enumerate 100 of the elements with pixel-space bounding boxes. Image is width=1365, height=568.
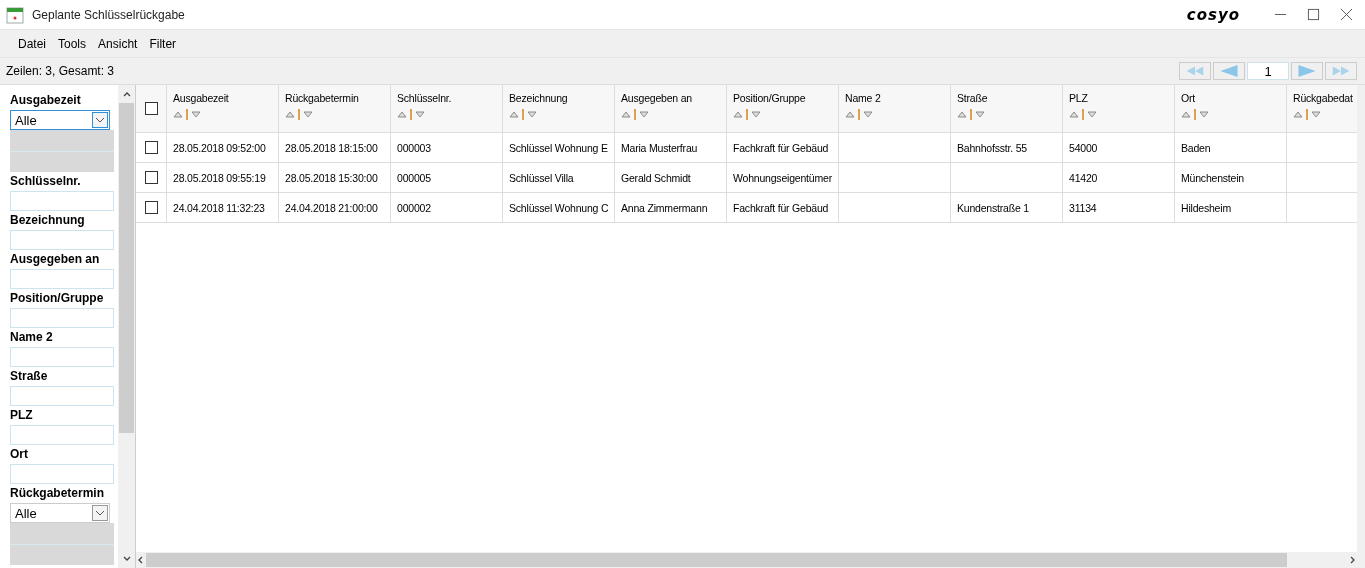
- sort-ascending-icon[interactable]: [957, 111, 967, 118]
- sort-ascending-icon[interactable]: [397, 111, 407, 118]
- table-cell: 41420: [1069, 171, 1098, 184]
- menu-item[interactable]: Tools: [52, 36, 93, 51]
- vertical-scrollbar[interactable]: [118, 85, 135, 568]
- filter-label: Name 2: [10, 329, 54, 346]
- column-header[interactable]: PLZ: [1069, 92, 1088, 104]
- logo: cosyo: [1186, 5, 1240, 24]
- filter-label: Straße: [10, 368, 49, 385]
- sort-descending-icon[interactable]: [1199, 111, 1209, 118]
- table-cell: 28.05.2018 09:55:19: [173, 171, 266, 184]
- sort-ascending-icon[interactable]: [1293, 111, 1303, 118]
- row-checkbox[interactable]: [144, 141, 158, 154]
- sort-descending-icon[interactable]: [527, 111, 537, 118]
- column-header[interactable]: Schlüsselnr.: [397, 92, 452, 104]
- table-cell: Gerald Schmidt: [621, 171, 691, 184]
- table-cell: 28.05.2018 18:15:00: [285, 141, 378, 154]
- filter-dropdown[interactable]: Alle: [10, 110, 110, 130]
- menu-item[interactable]: Ansicht: [92, 36, 144, 51]
- filter-label: Bezeichnung: [10, 212, 86, 229]
- column-header[interactable]: Position/Gruppe: [733, 92, 806, 104]
- filter-label: Rückgabetermin: [10, 485, 106, 502]
- column-header[interactable]: Rückgabedat: [1293, 92, 1353, 104]
- column-header[interactable]: Bezeichnung: [509, 92, 568, 104]
- filter-label: Position/Gruppe: [10, 290, 105, 307]
- table-cell: Schlüssel Villa: [509, 171, 574, 184]
- window-title: Geplante Schlüsselrückgabe: [32, 7, 185, 22]
- caret-icon: [92, 112, 108, 128]
- sort-descending-icon[interactable]: [303, 111, 313, 118]
- menu-item[interactable]: Datei: [12, 36, 52, 51]
- column-header[interactable]: Ausgegeben an: [621, 92, 692, 104]
- filter-dropdown[interactable]: Alle: [10, 503, 110, 523]
- sort-descending-icon[interactable]: [863, 111, 873, 118]
- table-cell: Schlüssel Wohnung E: [509, 141, 608, 154]
- filter-input[interactable]: [10, 269, 114, 289]
- filter-input[interactable]: [10, 425, 114, 445]
- caret-icon: [92, 505, 108, 521]
- sort-descending-icon[interactable]: [751, 111, 761, 118]
- table-cell: 28.05.2018 15:30:00: [285, 171, 378, 184]
- sort-ascending-icon[interactable]: [173, 111, 183, 118]
- filter-input[interactable]: [10, 386, 114, 406]
- column-header[interactable]: Name 2: [845, 92, 881, 104]
- sort-ascending-icon[interactable]: [1181, 111, 1191, 118]
- horizontal-scrollbar[interactable]: [136, 552, 1357, 568]
- sort-ascending-icon[interactable]: [285, 111, 295, 118]
- table-cell: 54000: [1069, 141, 1098, 154]
- maximize-icon[interactable]: [1307, 8, 1320, 21]
- filter-label: Ausgegeben an: [10, 251, 101, 268]
- sort-ascending-icon[interactable]: [509, 111, 519, 118]
- sort-ascending-icon[interactable]: [1069, 111, 1079, 118]
- sort-descending-icon[interactable]: [415, 111, 425, 118]
- table-cell: Münchenstein: [1181, 171, 1244, 184]
- table-cell: 28.05.2018 09:52:00: [173, 141, 266, 154]
- table-cell: Bahnhofsstr. 55: [957, 141, 1027, 154]
- sort-descending-icon[interactable]: [191, 111, 201, 118]
- table-cell: Maria Musterfrau: [621, 141, 698, 154]
- previous-page-button[interactable]: [1213, 62, 1245, 80]
- table-cell: 24.04.2018 21:00:00: [285, 201, 378, 214]
- filter-label: Schlüsselnr.: [10, 173, 82, 190]
- row-checkbox[interactable]: [144, 201, 158, 214]
- sort-ascending-icon[interactable]: [733, 111, 743, 118]
- table-cell: 000005: [397, 171, 431, 184]
- filter-label: PLZ: [10, 407, 34, 424]
- table-cell: Anna Zimmermann: [621, 201, 708, 214]
- select-all-checkbox[interactable]: [144, 102, 158, 115]
- table-cell: 000003: [397, 141, 431, 154]
- filter-label: Ausgabezeit: [10, 92, 82, 109]
- filter-input[interactable]: [10, 347, 114, 367]
- filter-input[interactable]: [10, 191, 114, 211]
- row-checkbox[interactable]: [144, 171, 158, 184]
- sort-descending-icon[interactable]: [639, 111, 649, 118]
- table-cell: 31134: [1069, 201, 1097, 214]
- next-page-button[interactable]: [1291, 62, 1323, 80]
- table-cell: Hildesheim: [1181, 201, 1231, 214]
- table-cell: Fachkraft für Gebäud: [733, 201, 829, 214]
- table-cell: 000002: [397, 201, 431, 214]
- menu-item[interactable]: Filter: [143, 36, 183, 51]
- sort-ascending-icon[interactable]: [845, 111, 855, 118]
- close-icon[interactable]: [1340, 8, 1353, 21]
- sort-descending-icon[interactable]: [975, 111, 985, 118]
- scrollbar-thumb[interactable]: [146, 553, 1287, 567]
- filter-input[interactable]: [10, 308, 114, 328]
- sort-ascending-icon[interactable]: [621, 111, 631, 118]
- column-header[interactable]: Rückgabetermin: [285, 92, 359, 104]
- column-header[interactable]: Ausgabezeit: [173, 92, 229, 104]
- filter-input[interactable]: [10, 464, 114, 484]
- row-count: Zeilen: 3, Gesamt: 3: [6, 64, 115, 78]
- filter-input[interactable]: [10, 230, 114, 250]
- table-cell: 24.04.2018 11:32:23: [173, 201, 265, 214]
- table-cell: Fachkraft für Gebäud: [733, 141, 829, 154]
- calendar-icon: [6, 5, 24, 24]
- table-cell: Baden: [1181, 141, 1211, 154]
- table-cell: Wohnungseigentümer: [733, 171, 832, 184]
- scrollbar-thumb[interactable]: [119, 103, 134, 433]
- page-number-field[interactable]: 1: [1247, 62, 1289, 80]
- column-header[interactable]: Straße: [957, 92, 988, 104]
- sort-descending-icon[interactable]: [1087, 111, 1097, 118]
- column-header[interactable]: Ort: [1181, 92, 1195, 104]
- table-cell: Kundenstraße 1: [957, 201, 1029, 214]
- sort-descending-icon[interactable]: [1311, 111, 1321, 118]
